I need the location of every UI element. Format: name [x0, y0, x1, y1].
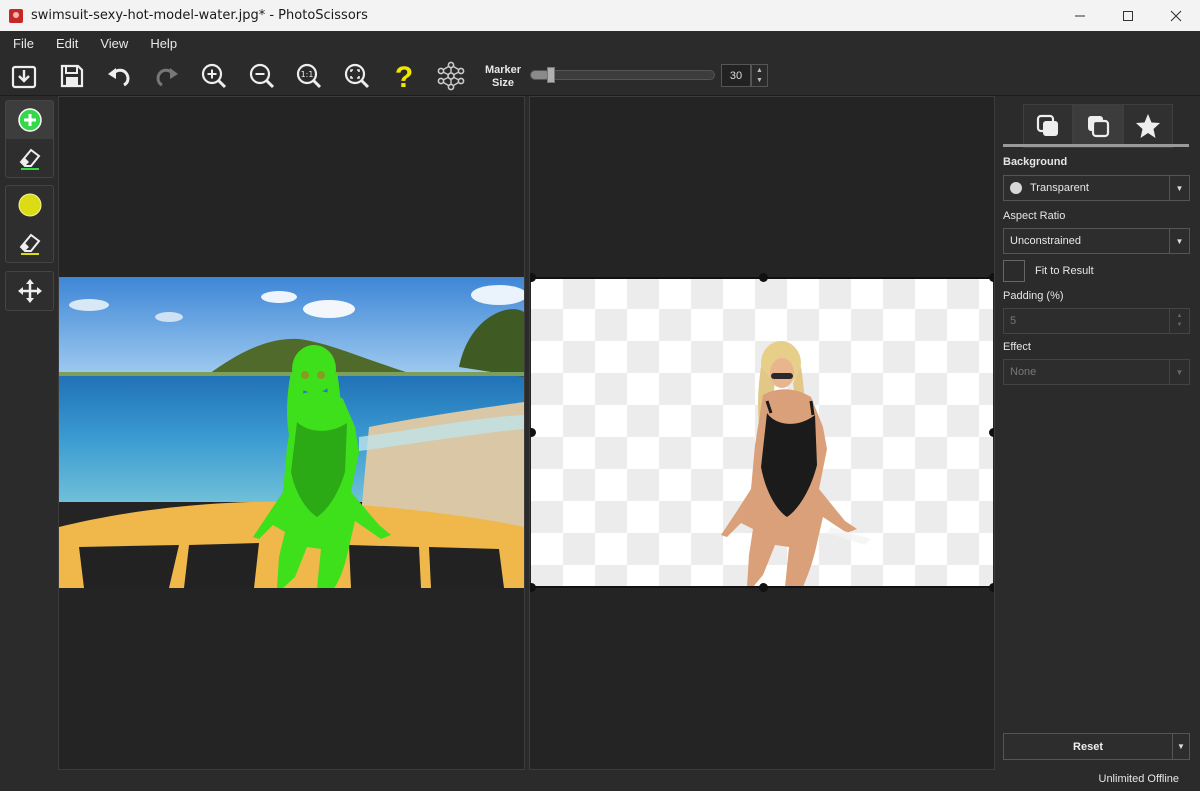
zoom-in-icon	[201, 63, 227, 89]
chevron-up-icon[interactable]: ▲	[1177, 312, 1183, 321]
tab-effects[interactable]	[1123, 104, 1173, 148]
chevron-down-icon[interactable]: ▼	[756, 76, 763, 86]
chevron-down-icon: ▼	[1177, 742, 1185, 751]
crop-handle[interactable]	[759, 273, 768, 282]
tab-foreground[interactable]	[1073, 104, 1123, 148]
marker-size-stepper[interactable]: ▲ ▼	[751, 64, 768, 87]
cutout-photo	[721, 341, 871, 587]
crop-handle[interactable]	[989, 273, 994, 282]
network-icon	[437, 61, 465, 91]
background-label: Background	[1003, 156, 1068, 168]
zoom-out-icon	[249, 63, 275, 89]
background-eraser-button[interactable]	[6, 224, 53, 262]
foreground-eraser-button[interactable]	[6, 139, 53, 177]
chevron-down-icon[interactable]: ▼	[1169, 360, 1189, 384]
undo-icon	[108, 68, 130, 87]
help-button[interactable]: ?	[388, 60, 420, 92]
crop-handle[interactable]	[989, 583, 994, 592]
maximize-button[interactable]	[1104, 0, 1152, 31]
foreground-tools	[5, 100, 54, 178]
padding-stepper[interactable]: ▲ ▼	[1169, 309, 1189, 333]
settings-panel: Background Transparent ▼ Aspect Ratio Un…	[996, 96, 1200, 770]
eraser-icon	[19, 148, 40, 170]
padding-label: Padding (%)	[1003, 290, 1064, 302]
chevron-down-icon[interactable]: ▼	[1177, 321, 1183, 330]
crop-handle[interactable]	[530, 583, 536, 592]
fit-to-result-checkbox[interactable]	[1003, 260, 1025, 282]
move-icon	[17, 279, 42, 303]
title-bar: swimsuit-sexy-hot-model-water.jpg* - Pho…	[0, 0, 1200, 31]
effect-label: Effect	[1003, 341, 1031, 353]
marker-size-input[interactable]: 30	[721, 64, 751, 87]
save-icon	[60, 64, 84, 88]
zoom-fit-icon	[344, 63, 370, 89]
crop-handle[interactable]	[759, 583, 768, 592]
reset-dropdown-button[interactable]: ▼	[1172, 733, 1190, 760]
redo-icon	[156, 68, 178, 87]
window-title: swimsuit-sexy-hot-model-water.jpg* - Pho…	[31, 8, 368, 23]
star-icon	[1136, 114, 1160, 138]
chevron-down-icon[interactable]: ▼	[1169, 229, 1189, 253]
crop-handle[interactable]	[989, 428, 994, 437]
result-image[interactable]	[531, 277, 993, 587]
move-button[interactable]	[6, 272, 53, 310]
settings-tabs	[1023, 104, 1189, 148]
app-icon	[9, 8, 23, 23]
menu-view[interactable]: View	[91, 36, 137, 51]
eraser-icon	[19, 233, 40, 255]
add-circle-icon	[17, 108, 42, 132]
redo-button[interactable]	[151, 60, 183, 92]
marker-size-slider[interactable]	[530, 67, 715, 83]
open-button[interactable]	[8, 60, 40, 92]
zoom-out-button[interactable]	[246, 60, 278, 92]
foreground-marker-button[interactable]	[6, 101, 53, 139]
auto-mask-button[interactable]	[435, 60, 467, 92]
effect-select[interactable]: None ▼	[1003, 359, 1190, 385]
window-controls	[1056, 0, 1200, 31]
background-marker-button[interactable]	[6, 186, 53, 224]
zoom-actual-size-button[interactable]: 1:1	[293, 60, 325, 92]
minimize-icon	[1075, 15, 1085, 16]
chevron-down-icon[interactable]: ▼	[1169, 176, 1189, 200]
foreground-layers-icon	[1088, 116, 1110, 138]
slider-thumb[interactable]	[547, 67, 555, 83]
fit-to-result-label: Fit to Result	[1035, 265, 1094, 277]
marker-size-label: Marker Size	[484, 64, 522, 89]
minimize-button[interactable]	[1056, 0, 1104, 31]
menu-edit[interactable]: Edit	[47, 36, 87, 51]
source-canvas[interactable]	[58, 96, 525, 770]
tab-underline	[1003, 144, 1189, 147]
zoom-in-button[interactable]	[198, 60, 230, 92]
source-photo	[59, 277, 524, 588]
help-icon: ?	[395, 61, 413, 91]
open-icon	[11, 65, 37, 89]
color-swatch	[1010, 182, 1022, 194]
svg-text:1:1: 1:1	[301, 70, 314, 79]
aspect-ratio-select[interactable]: Unconstrained ▼	[1003, 228, 1190, 254]
menu-help[interactable]: Help	[141, 36, 186, 51]
source-image[interactable]	[59, 277, 524, 588]
close-icon	[1170, 10, 1182, 21]
background-select[interactable]: Transparent ▼	[1003, 175, 1190, 201]
background-tools	[5, 185, 54, 263]
menu-file[interactable]: File	[4, 36, 43, 51]
save-button[interactable]	[56, 60, 88, 92]
zoom-fit-button[interactable]	[341, 60, 373, 92]
menu-bar: File Edit View Help	[0, 31, 1200, 56]
background-layers-icon	[1036, 114, 1058, 136]
result-canvas[interactable]	[529, 96, 995, 770]
maximize-icon	[1123, 10, 1133, 21]
move-tools	[5, 271, 54, 311]
undo-button[interactable]	[103, 60, 135, 92]
reset-button[interactable]: Reset	[1003, 733, 1173, 760]
chevron-up-icon[interactable]: ▲	[756, 66, 763, 76]
aspect-ratio-label: Aspect Ratio	[1003, 210, 1066, 222]
license-status: Unlimited Offline	[1098, 773, 1180, 785]
zoom-actual-size-icon: 1:1	[296, 63, 322, 89]
tab-background[interactable]	[1023, 104, 1073, 148]
minus-circle-icon	[18, 193, 41, 217]
close-button[interactable]	[1152, 0, 1200, 31]
svg-text:?: ?	[395, 61, 413, 91]
padding-input[interactable]: 5 ▲ ▼	[1003, 308, 1190, 334]
